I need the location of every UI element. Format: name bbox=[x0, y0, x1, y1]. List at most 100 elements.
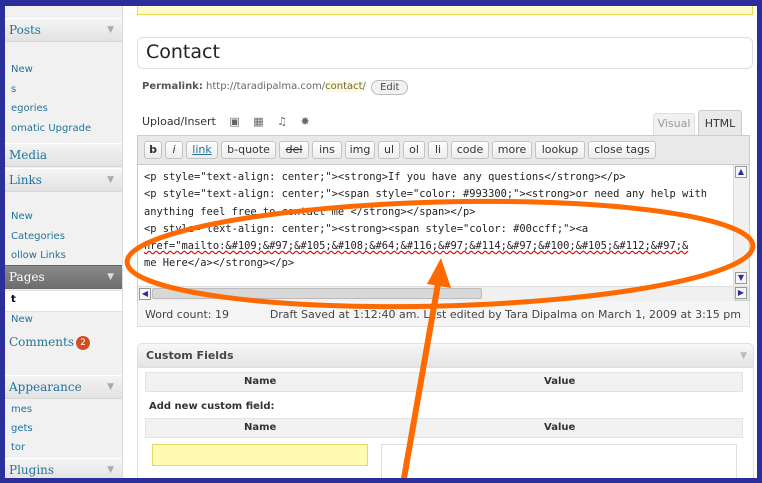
menu-appearance-label: Appearance bbox=[9, 380, 82, 394]
submenu-posts-automatic-upgrade[interactable]: omatic Upgrade bbox=[11, 123, 91, 134]
code-line: me Here</a></strong></p> bbox=[144, 257, 295, 270]
menu-appearance[interactable]: Appearance ▼ bbox=[5, 375, 122, 399]
submenu-pages-new[interactable]: New bbox=[11, 314, 33, 325]
submenu-pages-edit[interactable]: t bbox=[11, 294, 16, 305]
code-line: anything feel free to contact me </stron… bbox=[144, 205, 476, 218]
tab-visual[interactable]: Visual bbox=[653, 113, 695, 135]
qt-bquote-button[interactable]: b-quote bbox=[221, 141, 276, 159]
qt-italic-button[interactable]: i bbox=[165, 141, 183, 159]
add-custom-field-label: Add new custom field: bbox=[149, 401, 275, 412]
menu-links-label: Links bbox=[9, 173, 42, 187]
add-field-table-header: Name Value bbox=[145, 418, 743, 438]
permalink-slug[interactable]: contact bbox=[325, 81, 363, 92]
qt-del-button[interactable]: del bbox=[279, 141, 309, 159]
title-field[interactable]: Contact bbox=[137, 37, 753, 69]
menu-posts[interactable]: Posts ▼ bbox=[5, 18, 122, 42]
permalink-edit-button[interactable]: Edit bbox=[371, 80, 409, 95]
chevron-down-icon[interactable]: ▼ bbox=[107, 459, 114, 478]
menu-plugins-label: Plugins bbox=[9, 463, 55, 477]
menu-comments-label: Comments bbox=[9, 335, 74, 349]
menu-links[interactable]: Links ▼ bbox=[5, 168, 122, 192]
scroll-left-icon[interactable]: ◀ bbox=[139, 288, 151, 300]
submenu-links-follow[interactable]: ollow Links bbox=[11, 250, 66, 261]
qt-lookup-button[interactable]: lookup bbox=[535, 141, 585, 159]
code-line: <p style="text-align: center;"><strong>I… bbox=[144, 171, 626, 183]
qt-ol-button[interactable]: ol bbox=[403, 141, 425, 159]
submenu-posts-new[interactable]: New bbox=[11, 64, 33, 75]
add-image-icon[interactable]: ▣ bbox=[229, 115, 239, 128]
add-media-icon[interactable]: ✸ bbox=[301, 115, 310, 128]
custom-fields-table-header: Name Value bbox=[145, 372, 743, 392]
qt-li-button[interactable]: li bbox=[428, 141, 448, 159]
menu-media[interactable]: Media bbox=[5, 143, 122, 167]
autosave-status: Draft Saved at 1:12:40 am. Last edited b… bbox=[269, 308, 741, 321]
submenu-appearance-editor[interactable]: tor bbox=[11, 442, 25, 453]
submenu-links-new[interactable]: New bbox=[11, 211, 33, 222]
upload-insert: Upload/Insert ▣ ▦ ♫ ✸ bbox=[142, 115, 310, 128]
col-value: Value bbox=[544, 376, 576, 387]
submenu-appearance-widgets[interactable]: gets bbox=[11, 423, 33, 434]
horizontal-scrollbar[interactable]: ◀ bbox=[138, 286, 734, 301]
scroll-down-icon[interactable]: ▼ bbox=[735, 272, 747, 284]
qt-ul-button[interactable]: ul bbox=[378, 141, 400, 159]
upload-insert-label: Upload/Insert bbox=[142, 115, 216, 128]
code-line: <p style="text-align: center;"><span sty… bbox=[144, 188, 708, 201]
submenu-current-band bbox=[5, 290, 122, 312]
custom-field-value-input[interactable] bbox=[381, 444, 737, 478]
chevron-down-icon[interactable]: ▼ bbox=[740, 344, 747, 368]
add-video-icon[interactable]: ▦ bbox=[253, 115, 263, 128]
chevron-down-icon[interactable]: ▼ bbox=[107, 266, 114, 289]
word-count: Word count: 19 bbox=[145, 308, 230, 321]
qt-more-button[interactable]: more bbox=[492, 141, 532, 159]
submenu-links-categories[interactable]: Categories bbox=[11, 231, 65, 242]
submenu-posts-categories[interactable]: egories bbox=[11, 103, 48, 114]
scroll-corner: ▶ bbox=[733, 286, 749, 300]
qt-code-button[interactable]: code bbox=[451, 141, 489, 159]
update-notice bbox=[137, 6, 753, 15]
tab-html[interactable]: HTML bbox=[698, 110, 742, 136]
chevron-down-icon[interactable]: ▼ bbox=[107, 169, 114, 192]
qt-img-button[interactable]: img bbox=[345, 141, 375, 159]
permalink-row: Permalink: http://taradipalma.com/contac… bbox=[142, 80, 409, 95]
scroll-right-icon[interactable]: ▶ bbox=[735, 287, 747, 299]
title-text: Contact bbox=[146, 41, 220, 63]
editor-status-bar: Word count: 19 Draft Saved at 1:12:40 am… bbox=[137, 301, 750, 327]
html-editor: b i link b-quote del ins img ul ol li co… bbox=[137, 135, 750, 301]
qt-link-button[interactable]: link bbox=[186, 141, 218, 159]
comments-count-badge: 2 bbox=[75, 336, 90, 350]
menu-media-label: Media bbox=[9, 148, 48, 162]
submenu-appearance-themes[interactable]: mes bbox=[11, 404, 32, 415]
qt-bold-button[interactable]: b bbox=[144, 141, 162, 159]
code-line: <p style="text-align: center;"><strong><… bbox=[144, 222, 589, 235]
col-value: Value bbox=[544, 422, 576, 433]
qt-ins-button[interactable]: ins bbox=[312, 141, 342, 159]
menu-pages[interactable]: Pages ▼ bbox=[5, 265, 122, 289]
admin-sidebar: Posts ▼ New s egories omatic Upgrade Medi… bbox=[5, 6, 123, 478]
submenu-posts-item[interactable]: s bbox=[11, 84, 16, 95]
custom-fields-box: Custom Fields ▼ Name Value Add new custo… bbox=[137, 343, 754, 478]
scroll-thumb[interactable] bbox=[152, 288, 482, 299]
col-name: Name bbox=[244, 376, 277, 387]
col-name: Name bbox=[244, 422, 277, 433]
content-textarea[interactable]: <p style="text-align: center;"><strong>I… bbox=[144, 169, 729, 273]
quicktags-toolbar: b i link b-quote del ins img ul ol li co… bbox=[138, 136, 749, 165]
custom-fields-title: Custom Fields bbox=[146, 349, 234, 362]
scroll-up-icon[interactable]: ▲ bbox=[735, 166, 747, 178]
menu-plugins[interactable]: Plugins ▼ bbox=[5, 458, 122, 478]
custom-field-key-input[interactable] bbox=[152, 444, 368, 466]
chevron-down-icon[interactable]: ▼ bbox=[107, 19, 114, 42]
menu-posts-label: Posts bbox=[9, 23, 41, 37]
menu-pages-label: Pages bbox=[9, 270, 45, 284]
main-content: Contact Permalink: http://taradipalma.co… bbox=[123, 6, 757, 478]
custom-fields-header[interactable]: Custom Fields ▼ bbox=[138, 344, 753, 368]
permalink-label: Permalink: bbox=[142, 81, 203, 92]
qt-close-tags-button[interactable]: close tags bbox=[588, 141, 656, 159]
permalink-base: http://taradipalma.com/ bbox=[206, 81, 326, 92]
screenshot-frame: Posts ▼ New s egories omatic Upgrade Medi… bbox=[0, 0, 762, 483]
menu-comments[interactable]: Comments 2 bbox=[5, 331, 122, 355]
code-line: href="mailto:&#109;&#97;&#105;&#108;&#64… bbox=[144, 240, 689, 253]
permalink-end: / bbox=[362, 81, 366, 92]
vertical-scrollbar[interactable]: ▲ ▼ bbox=[733, 165, 749, 286]
chevron-down-icon[interactable]: ▼ bbox=[107, 376, 114, 399]
add-audio-icon[interactable]: ♫ bbox=[277, 115, 287, 128]
